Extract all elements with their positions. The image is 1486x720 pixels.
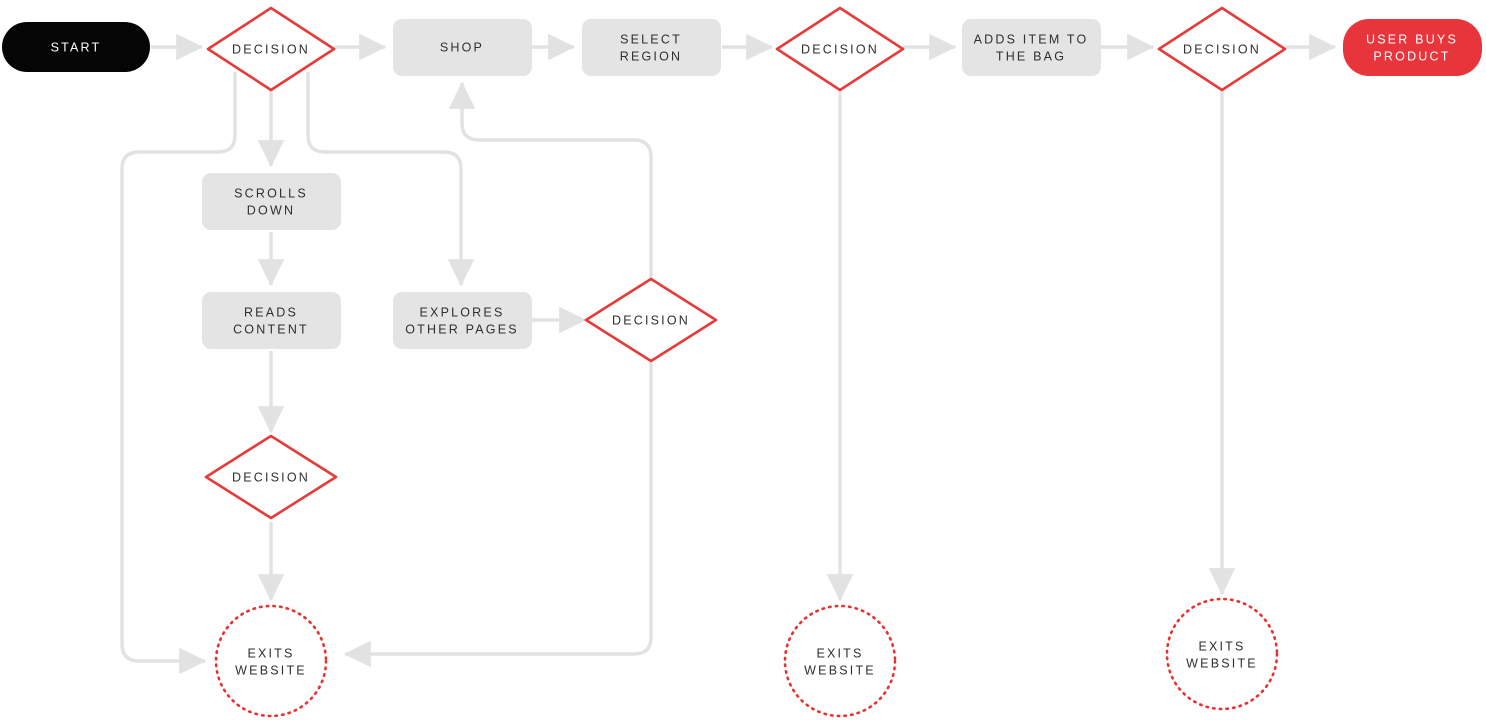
explores-shape bbox=[393, 292, 532, 349]
edge-decision1-exit1 bbox=[120, 72, 237, 675]
decision3-label: DECISION bbox=[1183, 42, 1261, 56]
decision4-label: DECISION bbox=[612, 313, 690, 327]
reads-content-label-line2: CONTENT bbox=[233, 322, 309, 336]
node-adds-item[interactable]: ADDS ITEM TO THE BAG bbox=[962, 19, 1101, 76]
flowchart-canvas: START DECISION SHOP SELECT REGION DECISI… bbox=[0, 0, 1486, 720]
node-reads-content[interactable]: READS CONTENT bbox=[202, 292, 341, 349]
node-decision1[interactable]: DECISION bbox=[206, 6, 336, 92]
exit1-label-line1: EXITS bbox=[247, 646, 294, 660]
node-decision2[interactable]: DECISION bbox=[775, 6, 905, 92]
explores-label-line2: OTHER PAGES bbox=[405, 322, 519, 336]
node-exit-website-3[interactable]: EXITS WEBSITE bbox=[1165, 597, 1279, 711]
user-buys-shape bbox=[1343, 19, 1482, 76]
select-region-label-line1: SELECT bbox=[620, 32, 682, 46]
exit2-label-line2: WEBSITE bbox=[804, 663, 876, 677]
exit3-label-line1: EXITS bbox=[1198, 639, 1245, 653]
explores-label-line1: EXPLORES bbox=[420, 305, 505, 319]
decision2-label: DECISION bbox=[801, 42, 879, 56]
edge-decision4-exit1 bbox=[343, 362, 653, 668]
exit2-label-line1: EXITS bbox=[816, 646, 863, 660]
decision5-label: DECISION bbox=[232, 470, 310, 484]
node-user-buys-product[interactable]: USER BUYS PRODUCT bbox=[1343, 19, 1482, 76]
start-label: START bbox=[51, 40, 102, 54]
node-shop[interactable]: SHOP bbox=[393, 19, 532, 76]
node-exit-website-2[interactable]: EXITS WEBSITE bbox=[783, 604, 897, 718]
user-buys-label-line1: USER BUYS bbox=[1366, 32, 1458, 46]
reads-content-label-line1: READS bbox=[244, 305, 298, 319]
adds-item-label-line2: THE BAG bbox=[996, 49, 1066, 63]
decision1-label: DECISION bbox=[232, 42, 310, 56]
adds-item-shape bbox=[962, 19, 1101, 76]
select-region-shape bbox=[582, 19, 721, 76]
node-exit-website-1[interactable]: EXITS WEBSITE bbox=[214, 604, 328, 718]
reads-content-shape bbox=[202, 292, 341, 349]
node-scrolls-down[interactable]: SCROLLS DOWN bbox=[202, 173, 341, 230]
node-select-region[interactable]: SELECT REGION bbox=[582, 19, 721, 76]
node-decision3[interactable]: DECISION bbox=[1157, 6, 1287, 92]
shop-label: SHOP bbox=[440, 40, 484, 54]
node-start[interactable]: START bbox=[2, 22, 150, 72]
node-decision5[interactable]: DECISION bbox=[204, 434, 338, 520]
exit3-shape bbox=[1165, 597, 1279, 711]
adds-item-label-line1: ADDS ITEM TO bbox=[974, 32, 1089, 46]
node-decision4[interactable]: DECISION bbox=[584, 277, 718, 363]
scrolls-down-shape bbox=[202, 173, 341, 230]
user-buys-label-line2: PRODUCT bbox=[1373, 49, 1450, 63]
connectors bbox=[120, 33, 1337, 675]
scrolls-down-label-line2: DOWN bbox=[247, 203, 295, 217]
exit2-shape bbox=[783, 604, 897, 718]
select-region-label-line2: REGION bbox=[620, 49, 683, 63]
node-explores-other-pages[interactable]: EXPLORES OTHER PAGES bbox=[393, 292, 532, 349]
flowchart-svg: START DECISION SHOP SELECT REGION DECISI… bbox=[2, 6, 1482, 718]
edge-decision4-shop bbox=[448, 81, 653, 281]
exit3-label-line2: WEBSITE bbox=[1186, 656, 1258, 670]
exit1-label-line2: WEBSITE bbox=[235, 663, 307, 677]
exit1-shape bbox=[214, 604, 328, 718]
scrolls-down-label-line1: SCROLLS bbox=[234, 186, 308, 200]
